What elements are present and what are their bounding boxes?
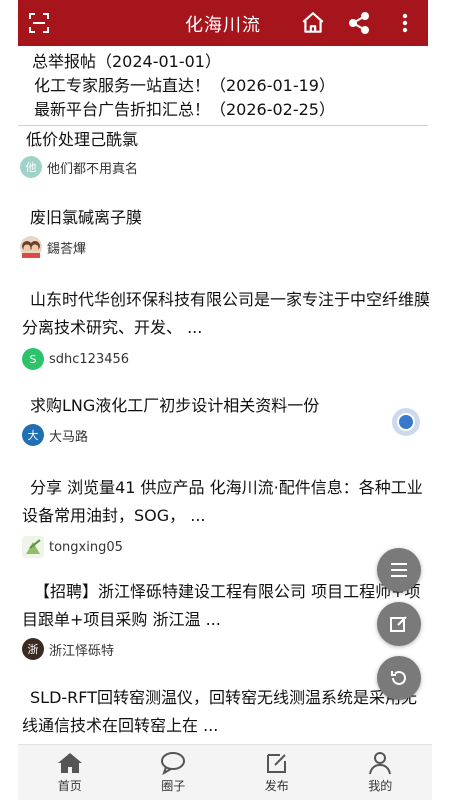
- post-title[interactable]: 废旧氯碱离子膜: [30, 204, 440, 232]
- cartoon-avatar-icon: [22, 241, 40, 258]
- home-filled-icon: [57, 753, 82, 773]
- post-title[interactable]: 山东时代华创环保科技有限公司是一家专注于中空纤维膜分离技术研究、开发、 ...: [22, 286, 432, 342]
- nav-item-mine[interactable]: 我的: [329, 745, 433, 800]
- author-name: tongxing05: [49, 539, 123, 555]
- post-title[interactable]: SLD-RFT回转窑测温仪，回转窑无线测温系统是采用无线通信技术在回转窑上在 .…: [22, 684, 432, 740]
- post-title[interactable]: 分享 浏览量41 供应产品 化海川流·配件信息：各种工业设备常用油封，SOG， …: [22, 474, 432, 530]
- user-icon: [369, 752, 392, 775]
- refresh-icon: [391, 670, 406, 685]
- nav-item-home[interactable]: 首页: [18, 745, 122, 800]
- author-name: 鐋荅熚: [47, 241, 87, 257]
- post-item[interactable]: 低价处理己酰氯 他 他们都不用真名: [20, 126, 436, 178]
- more-vertical-icon[interactable]: [390, 8, 420, 38]
- refresh-fab-button[interactable]: [377, 656, 421, 700]
- post-item[interactable]: 求购LNG液化工厂初步设计相关资料一份 大 大马路: [22, 392, 440, 446]
- post-author: 大 大马路: [22, 424, 440, 446]
- post-author: tongxing05: [22, 536, 432, 558]
- post-author: 浙 浙江怿砾特: [22, 638, 432, 660]
- post-author: S sdhc123456: [22, 348, 432, 370]
- author-name: 浙江怿砾特: [49, 643, 115, 659]
- edit-icon: [390, 616, 407, 632]
- chat-bubble-icon: [161, 752, 186, 775]
- top-bar: 化海川流: [18, 0, 428, 46]
- author-name: 大马路: [49, 429, 89, 445]
- avatar: [20, 236, 42, 258]
- post-item[interactable]: 【招聘】浙江怿砾特建设工程有限公司 项目工程师+项目跟单+项目采购 浙江温 ..…: [22, 578, 432, 660]
- avatar: S: [22, 348, 44, 370]
- notice-item[interactable]: 最新平台广告折扣汇总！（2026-02-25）: [34, 98, 432, 122]
- edit-fab-button[interactable]: [377, 602, 421, 646]
- post-item[interactable]: SLD-RFT回转窑测温仪，回转窑无线测温系统是采用无线通信技术在回转窑上在 .…: [22, 684, 432, 740]
- home-icon[interactable]: [298, 8, 328, 38]
- bottom-nav: 首页 圈子 发布 我的: [18, 744, 432, 800]
- nav-label: 发布: [264, 779, 289, 793]
- post-title[interactable]: 【招聘】浙江怿砾特建设工程有限公司 项目工程师+项目跟单+项目采购 浙江温 ..…: [22, 578, 432, 634]
- nav-label: 圈子: [161, 779, 186, 793]
- avatar: [22, 536, 44, 558]
- leaf-logo-icon: [26, 539, 41, 554]
- menu-fab-button[interactable]: [377, 548, 421, 592]
- notice-item[interactable]: 化工专家服务一站直达！（2026-01-19）: [34, 74, 432, 98]
- author-name: sdhc123456: [49, 351, 130, 367]
- nav-label: 我的: [368, 779, 393, 793]
- floating-ball[interactable]: [392, 408, 420, 436]
- circle-icon: [397, 413, 415, 431]
- notice-list: 总举报帖（2024-01-01） 化工专家服务一站直达！（2026-01-19）…: [32, 50, 432, 122]
- post-item[interactable]: 山东时代华创环保科技有限公司是一家专注于中空纤维膜分离技术研究、开发、 ... …: [22, 286, 432, 370]
- nav-item-circle[interactable]: 圈子: [122, 745, 226, 800]
- post-title[interactable]: 低价处理己酰氯: [26, 126, 436, 154]
- nav-item-publish[interactable]: 发布: [225, 745, 329, 800]
- nav-label: 首页: [57, 779, 82, 793]
- compose-icon: [266, 754, 286, 773]
- avatar: 他: [20, 156, 42, 178]
- post-author: 他 他们都不用真名: [20, 156, 436, 178]
- post-author: 鐋荅熚: [20, 236, 440, 258]
- share-icon[interactable]: [344, 8, 374, 38]
- notice-item[interactable]: 总举报帖（2024-01-01）: [32, 50, 432, 74]
- author-name: 他们都不用真名: [47, 161, 139, 177]
- avatar: 大: [22, 424, 44, 446]
- post-item[interactable]: 分享 浏览量41 供应产品 化海川流·配件信息：各种工业设备常用油封，SOG， …: [22, 474, 432, 558]
- post-title[interactable]: 求购LNG液化工厂初步设计相关资料一份: [30, 392, 440, 420]
- avatar: 浙: [22, 638, 44, 660]
- post-item[interactable]: 废旧氯碱离子膜 鐋荅熚: [20, 204, 440, 258]
- menu-icon: [391, 563, 407, 577]
